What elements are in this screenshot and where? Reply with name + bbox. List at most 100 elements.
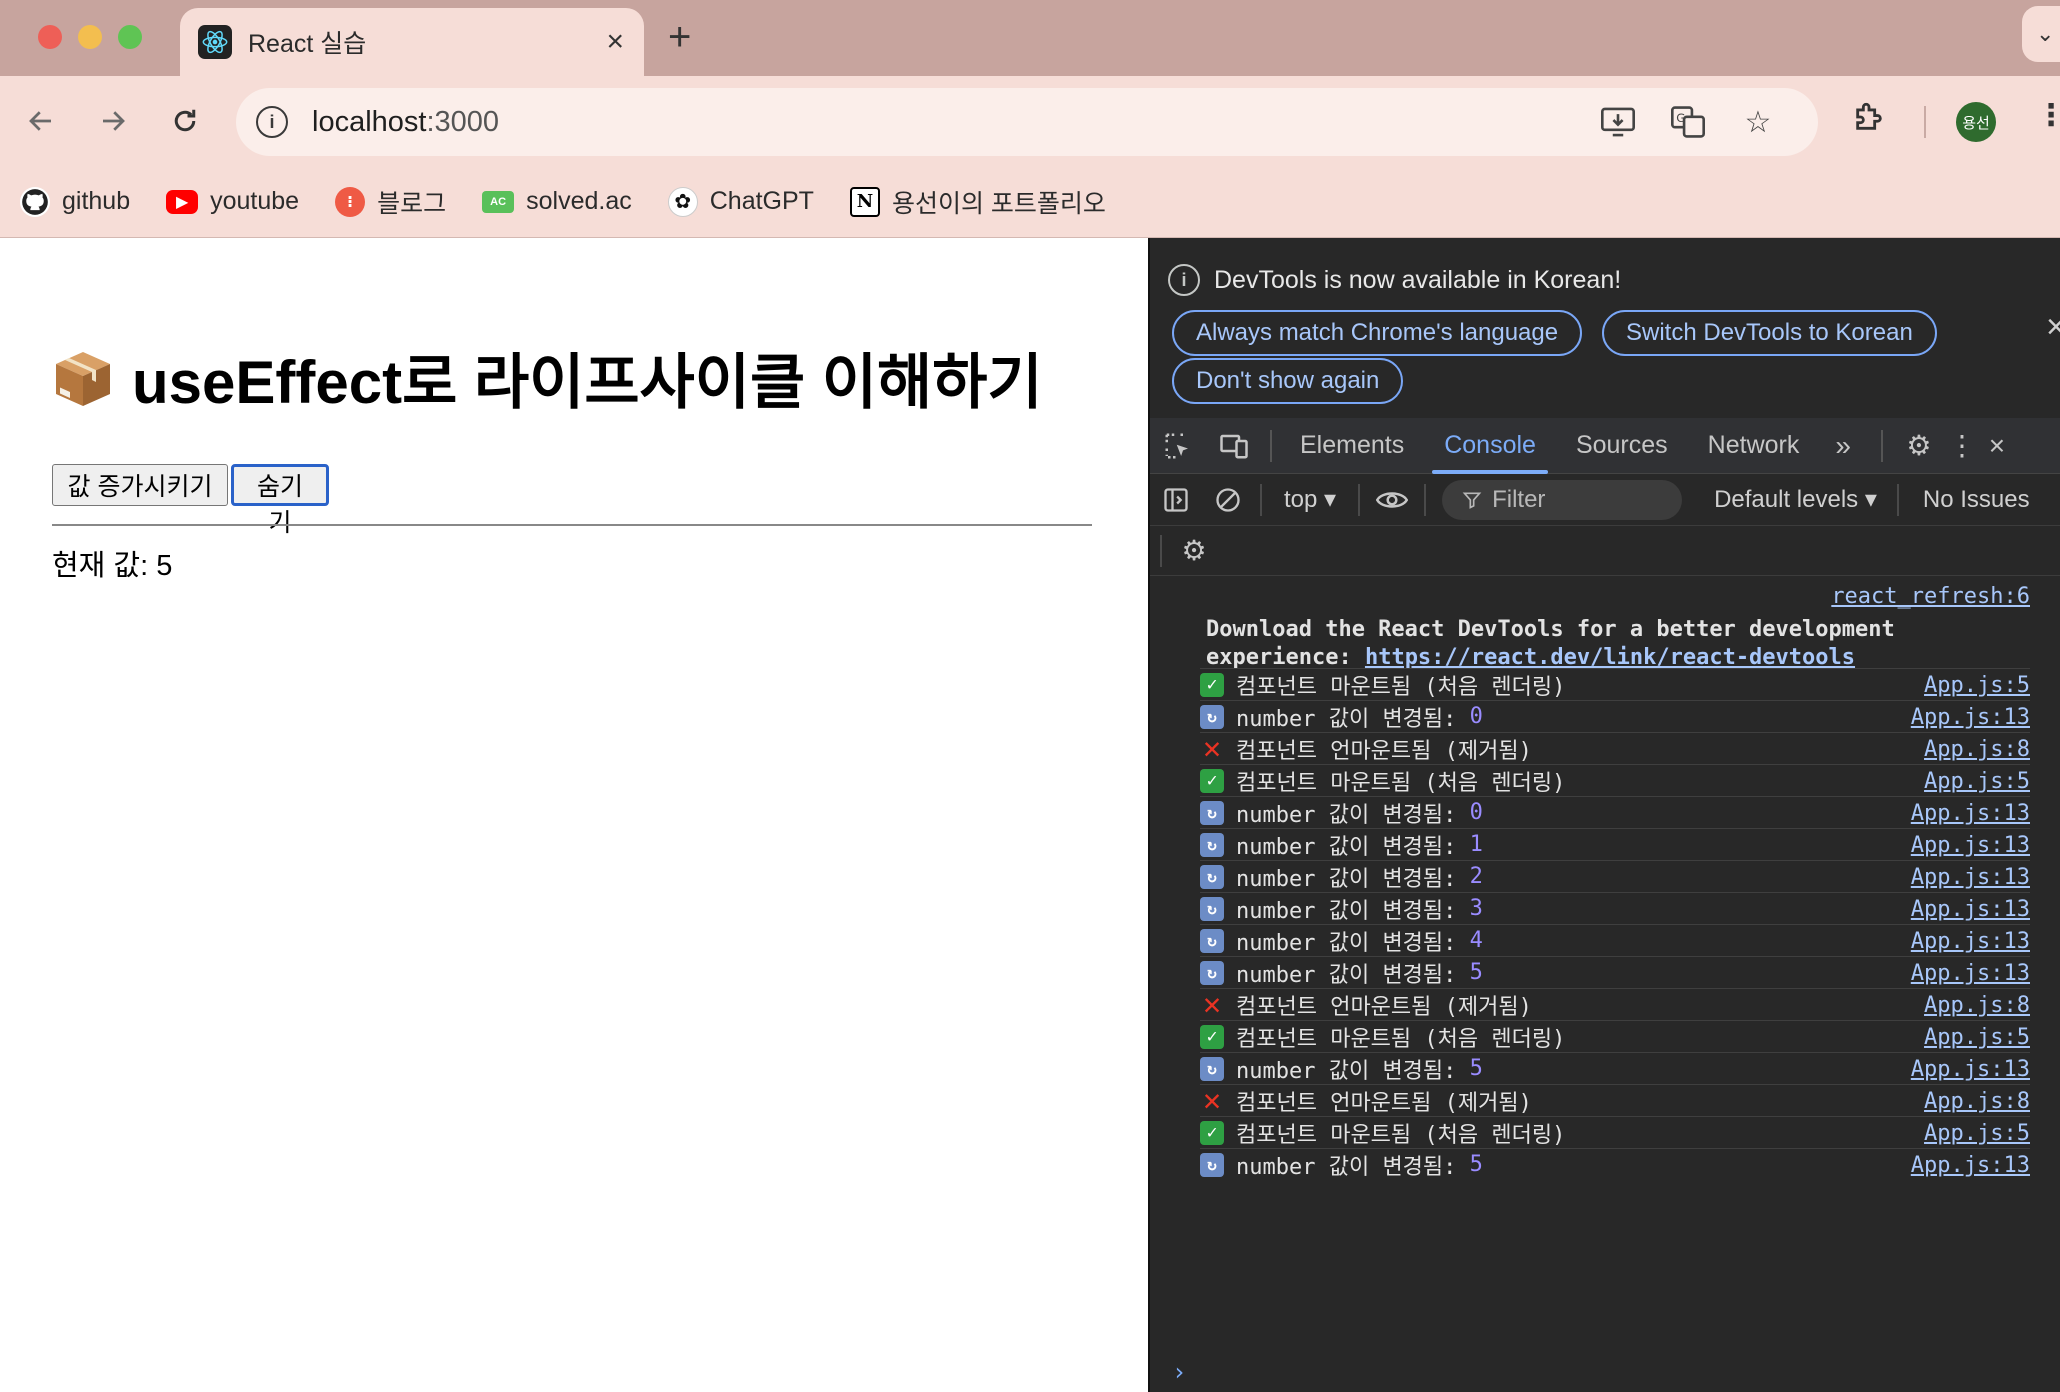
log-message: number 값이 변경됨: — [1236, 962, 1470, 988]
log-message: 컴포넌트 마운트됨 (처음 렌더링) — [1236, 1026, 1566, 1052]
new-tab-button[interactable]: + — [668, 14, 691, 60]
console-settings-row: ⚙ — [1150, 526, 2060, 576]
react-devtools-link[interactable]: https://react.dev/link/react-devtools — [1365, 645, 1855, 670]
issues-counter[interactable]: No Issues — [1905, 486, 2030, 514]
hide-button[interactable]: 숨기기 — [231, 464, 329, 537]
chrome-menu-icon[interactable]: ⋮ — [2036, 98, 2060, 133]
log-source-link[interactable]: App.js:13 — [1911, 833, 2030, 858]
log-source-link[interactable]: App.js:13 — [1911, 897, 2030, 922]
console-log-row: ↻ number 값이 변경됨: 1 App.js:13 — [1200, 828, 2030, 860]
maximize-window-button[interactable] — [118, 25, 142, 49]
log-source-link[interactable]: App.js:13 — [1911, 865, 2030, 890]
tab-close-icon[interactable]: × — [606, 27, 624, 57]
log-message: number 값이 변경됨: — [1236, 1058, 1470, 1084]
inspect-element-icon[interactable] — [1150, 418, 1206, 474]
minimize-window-button[interactable] — [78, 25, 102, 49]
device-toolbar-icon[interactable] — [1206, 418, 1262, 474]
more-tabs-icon[interactable]: » — [1819, 430, 1867, 462]
log-source-link[interactable]: App.js:13 — [1911, 961, 2030, 986]
bookmark-solvedac[interactable]: AC solved.ac — [482, 187, 632, 216]
bookmark-chatgpt[interactable]: ✿ ChatGPT — [667, 186, 814, 217]
cross-icon: ✕ — [1202, 987, 1222, 1022]
console-log-row: ✓ 컴포넌트 마운트됨 (처음 렌더링) App.js:5 — [1200, 1116, 2030, 1148]
bookmark-github[interactable]: github — [20, 186, 130, 217]
log-source-link[interactable]: App.js:5 — [1924, 673, 2030, 698]
log-source-link[interactable]: App.js:5 — [1924, 1121, 2030, 1146]
console-settings-icon[interactable]: ⚙ — [1168, 525, 1220, 577]
refresh-icon: ↻ — [1200, 1152, 1224, 1177]
refresh-icon: ↻ — [1200, 960, 1224, 985]
console-log-row: ↻ number 값이 변경됨: 3 App.js:13 — [1200, 892, 2030, 924]
close-devtools-icon[interactable]: × — [1977, 418, 2017, 474]
log-source-link[interactable]: App.js:13 — [1911, 705, 2030, 730]
forward-button[interactable] — [90, 98, 136, 144]
bookmark-portfolio[interactable]: N 용선이의 포트폴리오 — [849, 184, 1106, 220]
bookmark-youtube[interactable]: ▶ youtube — [166, 187, 299, 216]
address-bar[interactable]: i localhost:3000 G ☆ — [236, 88, 1818, 156]
package-icon — [52, 348, 114, 408]
devtools-menu-icon[interactable]: ⋮ — [1947, 418, 1977, 474]
increment-button[interactable]: 값 증가시키기 — [52, 464, 228, 506]
reload-button[interactable] — [162, 98, 208, 144]
react-devtools-message: Download the React DevTools for a better… — [1206, 617, 1895, 670]
extensions-icon[interactable] — [1852, 100, 1886, 142]
log-source-link[interactable]: App.js:13 — [1911, 929, 2030, 954]
log-source-link[interactable]: App.js:5 — [1924, 769, 2030, 794]
devtools-panel: i DevTools is now available in Korean! ×… — [1148, 238, 2060, 1392]
console-log-row: ↻ number 값이 변경됨: 2 App.js:13 — [1200, 860, 2030, 892]
devtools-tabbar: Elements Console Sources Network » ⚙ ⋮ × — [1150, 418, 2060, 474]
close-notice-icon[interactable]: × — [2046, 310, 2060, 344]
console-filter-input[interactable]: Filter — [1442, 479, 1683, 520]
tab-network[interactable]: Network — [1688, 418, 1820, 474]
tab-console[interactable]: Console — [1424, 418, 1556, 474]
react-icon — [198, 25, 232, 59]
switch-devtools-korean-button[interactable]: Switch DevTools to Korean — [1602, 310, 1937, 356]
log-levels-dropdown[interactable]: Default levels ▾ — [1700, 485, 1891, 514]
log-source-link[interactable]: App.js:8 — [1924, 1089, 2030, 1114]
back-button[interactable] — [18, 98, 64, 144]
log-message: number 값이 변경됨: — [1236, 898, 1470, 924]
tab-search-button[interactable]: ⌄ — [2022, 6, 2060, 62]
reload-icon — [174, 109, 196, 132]
translate-icon[interactable]: G — [1668, 102, 1708, 142]
notice-message: DevTools is now available in Korean! — [1214, 265, 1622, 294]
site-info-icon[interactable]: i — [256, 106, 288, 138]
current-value-text: 현재 값: 5 — [52, 550, 173, 582]
context-selector[interactable]: top ▾ — [1268, 485, 1352, 514]
log-source-link[interactable]: App.js:13 — [1911, 1057, 2030, 1082]
dont-show-again-button[interactable]: Don't show again — [1172, 358, 1404, 404]
cross-icon: ✕ — [1202, 731, 1222, 766]
console-prompt[interactable]: › — [1172, 1358, 1186, 1386]
log-source-link[interactable]: App.js:5 — [1924, 1025, 2030, 1050]
install-app-icon[interactable] — [1598, 102, 1638, 142]
console-toolbar: top ▾ Filter Default levels ▾ No Issues — [1150, 474, 2060, 526]
log-source-link[interactable]: react_refresh:6 — [1831, 584, 2030, 609]
log-source-link[interactable]: App.js:13 — [1911, 1153, 2030, 1178]
close-window-button[interactable] — [38, 25, 62, 49]
log-message: number 값이 변경됨: — [1236, 866, 1470, 892]
log-value: 0 — [1469, 704, 1483, 729]
blog-icon: ⁝ — [335, 186, 366, 217]
sidebar-toggle-icon[interactable] — [1150, 474, 1202, 526]
console-log-area: react_refresh:6 Download the React DevTo… — [1150, 584, 2060, 1392]
bookmark-star-icon[interactable]: ☆ — [1738, 102, 1778, 142]
profile-avatar[interactable]: 용선 — [1956, 102, 1996, 142]
always-match-language-button[interactable]: Always match Chrome's language — [1172, 310, 1583, 356]
console-log-row: ✕ 컴포넌트 언마운트됨 (제거됨) App.js:8 — [1200, 1083, 2030, 1118]
log-source-link[interactable]: App.js:13 — [1911, 801, 2030, 826]
log-source-link[interactable]: App.js:8 — [1924, 737, 2030, 762]
youtube-icon: ▶ — [166, 189, 199, 214]
devtools-settings-icon[interactable]: ⚙ — [1891, 418, 1947, 474]
tab-elements[interactable]: Elements — [1280, 418, 1424, 474]
clear-console-icon[interactable] — [1202, 474, 1254, 526]
bookmark-blog[interactable]: ⁝ 블로그 — [335, 184, 446, 220]
info-icon: i — [1168, 264, 1200, 296]
console-log-row: ↻ number 값이 변경됨: 4 App.js:13 — [1200, 924, 2030, 956]
browser-tab[interactable]: React 실습 × — [180, 8, 644, 76]
url-text[interactable]: localhost:3000 — [312, 106, 499, 139]
tab-sources[interactable]: Sources — [1556, 418, 1688, 474]
live-expression-eye-icon[interactable] — [1366, 474, 1418, 526]
refresh-icon: ↻ — [1200, 704, 1224, 729]
log-value: 4 — [1469, 928, 1483, 953]
log-source-link[interactable]: App.js:8 — [1924, 993, 2030, 1018]
